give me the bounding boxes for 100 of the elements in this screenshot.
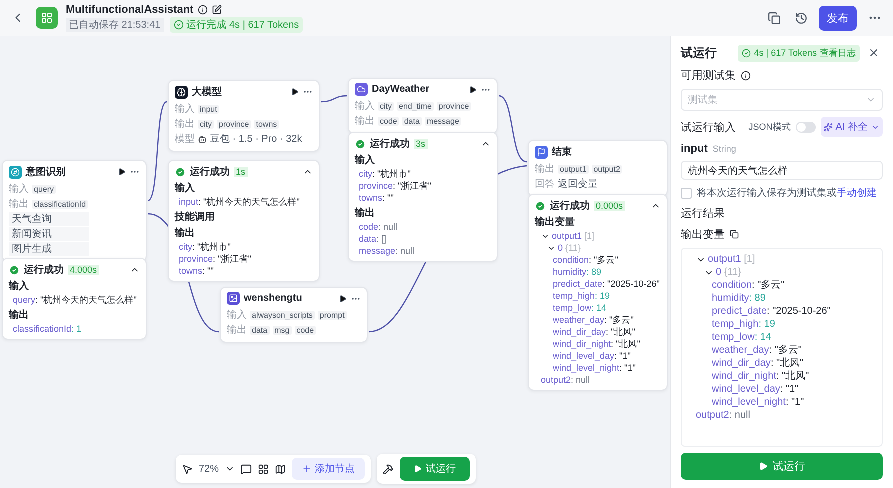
app-title: MultifunctionalAssistant	[66, 4, 194, 16]
tree-entry: wind_dir_night: "北风"	[553, 338, 640, 350]
image-icon	[227, 292, 240, 305]
result-line: towns: ""	[178, 265, 215, 277]
hammer-icon[interactable]	[383, 464, 394, 474]
copy-icon[interactable]	[730, 230, 739, 239]
pointer-icon[interactable]	[182, 464, 193, 474]
row-value: 返回变量	[558, 178, 598, 191]
row-label: 输出	[227, 324, 247, 337]
tree-entry: humidity: 89	[712, 292, 766, 305]
node-title: 结束	[552, 146, 573, 159]
add-node-button[interactable]: 添加节点	[292, 458, 366, 480]
play-icon	[758, 462, 768, 471]
minimap-icon[interactable]	[275, 464, 286, 474]
result-line: code: null	[358, 221, 399, 233]
intent-option: 天气查询	[9, 212, 89, 226]
ai-complete-button[interactable]: AI 补全	[820, 117, 883, 137]
edit-icon[interactable]	[212, 4, 222, 14]
json-mode-label: JSON模式	[748, 120, 791, 134]
node-title: DayWeather	[372, 84, 431, 95]
run-status: 运行成功	[24, 264, 64, 277]
model-name: 豆包 · 1.5 · Pro · 32k	[210, 133, 302, 146]
tree-entry: temp_low: 14	[712, 331, 772, 344]
zoom-level[interactable]: 72%	[199, 464, 220, 474]
tree-entry: humidity: 89	[553, 266, 602, 278]
workflow-node[interactable]: 意图识别 输入 query 输出 classificationId 天气查询 新闻资讯 图片生成	[2, 160, 147, 262]
test-run-button[interactable]: 试运行	[400, 457, 470, 481]
run-time: 3s	[414, 139, 428, 149]
param-tag: query	[32, 184, 56, 194]
row-label: 输入	[175, 102, 195, 116]
result-line: towns: ""	[358, 192, 395, 204]
layout-icon[interactable]	[258, 464, 270, 474]
tree-entry: 0 {11}	[716, 266, 742, 279]
compass-icon	[9, 166, 22, 178]
intent-option: 新闻资讯	[9, 227, 89, 241]
play-icon[interactable]	[291, 88, 299, 96]
param-tag: message	[424, 116, 462, 126]
comment-icon[interactable]	[241, 464, 252, 474]
panel-title: 试运行	[681, 44, 717, 62]
run-time: 0.000s	[594, 201, 626, 211]
input-field[interactable]: 杭州今天的天气怎么样	[681, 161, 883, 180]
view-log-link[interactable]: 查看日志	[820, 46, 856, 60]
tree-entry: wind_dir_day: "北风"	[712, 357, 804, 370]
tree-entry: weather_day: "多云"	[553, 314, 634, 326]
tree-entry: output1 [1]	[552, 230, 595, 242]
run-summary-badge: 4s | 617 Tokens 查看日志	[738, 44, 860, 62]
run-time: 4.000s	[68, 265, 100, 275]
param-tag: output1	[558, 164, 589, 174]
param-tag: msg	[272, 326, 292, 334]
play-icon	[414, 465, 422, 473]
run-time: 1s	[234, 167, 248, 177]
result-line: city: "杭州市"	[178, 241, 232, 253]
row-label: 输出	[9, 198, 29, 211]
workflow-node[interactable]: 结束 输出 output1 output2 回答 返回变量	[528, 140, 668, 197]
play-icon[interactable]	[339, 294, 347, 302]
tree-entry: 0 {11}	[558, 242, 581, 254]
param-tag: classificationId	[32, 200, 88, 208]
save-checkbox[interactable]	[681, 188, 692, 198]
input-section-title: 试运行输入	[681, 120, 736, 134]
param-tag: city	[198, 120, 214, 128]
param-tag: alwayson_scripts	[250, 310, 315, 320]
tree-entry: wind_level_night: "1"	[553, 362, 636, 374]
section-heading: 输入	[355, 154, 376, 167]
param-tag: code	[378, 116, 400, 126]
tree-entry: output2: null	[541, 374, 590, 386]
row-label: 模型	[175, 132, 195, 146]
result-line: input: "杭州今天的天气怎么样"	[178, 196, 301, 208]
workflow-node[interactable]: DayWeather 输入 city end_time province 输出 code data message	[348, 78, 498, 134]
input-type: String	[712, 144, 736, 154]
cloud-icon	[355, 83, 368, 96]
testset-label: 可用测试集	[681, 69, 736, 83]
param-tag: code	[294, 326, 316, 334]
result-line: province: "浙江省"	[358, 180, 432, 192]
intent-option: 图片生成	[9, 242, 89, 256]
info-icon[interactable]	[198, 4, 208, 14]
tree-entry: temp_high: 19	[712, 318, 776, 331]
param-tag: city	[378, 102, 394, 110]
workflow-node[interactable]: wenshengtu 输入 alwayson_scripts prompt 输出 data msg code	[220, 287, 368, 343]
param-tag: end_time	[397, 102, 434, 110]
info-icon[interactable]	[741, 70, 751, 80]
run-status-badge: 运行完成 4s | 617 Tokens	[170, 16, 304, 32]
tree-entry: wind_level_night: "1"	[712, 396, 804, 409]
param-tag: input	[198, 104, 220, 114]
play-icon[interactable]	[469, 86, 477, 94]
plus-icon	[302, 464, 312, 474]
json-mode-toggle[interactable]	[796, 122, 816, 132]
tree-entry: predict_date: "2025-10-26"	[712, 305, 831, 318]
success-icon	[535, 200, 546, 212]
param-tag: province	[436, 102, 472, 110]
publish-button[interactable]: 发布	[819, 6, 857, 30]
row-label: 输入	[355, 100, 375, 113]
result-line: classificationId: 1	[12, 323, 83, 335]
manual-create-link[interactable]: 手动创建	[837, 188, 877, 199]
workflow-node[interactable]: 大模型 输入 input 输出 city province towns 模型 豆包 · 1.5 · Pro · 32k	[168, 80, 320, 152]
test-run-button[interactable]: 试运行	[681, 453, 883, 480]
play-icon[interactable]	[118, 168, 126, 176]
flag-icon	[535, 146, 548, 158]
save-testset-text: 将本次运行输入保存为测试集或手动创建	[697, 186, 877, 200]
node-title: 大模型	[192, 86, 223, 99]
success-icon	[355, 138, 366, 150]
